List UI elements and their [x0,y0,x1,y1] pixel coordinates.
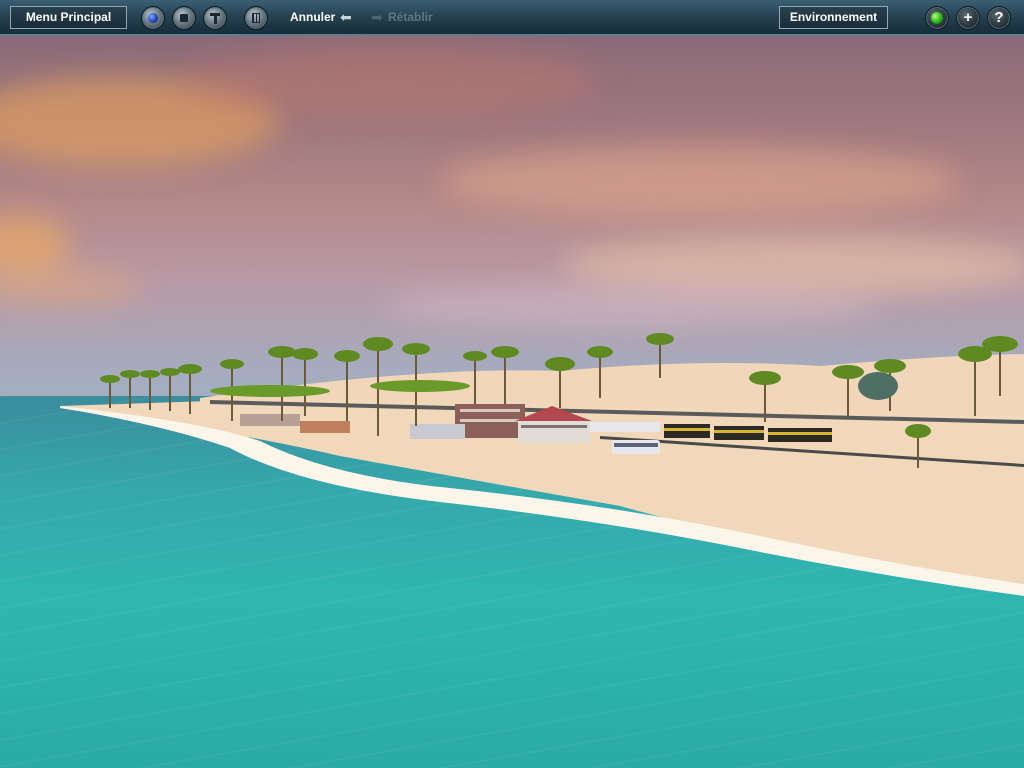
track-tool-icon[interactable] [203,6,227,30]
3d-viewport[interactable] [0,36,1024,768]
help-icon[interactable]: ? [987,6,1011,30]
add-icon[interactable]: + [956,6,980,30]
top-toolbar: Menu Principal Annuler ⬅ ➡ Rétablir Envi… [0,0,1024,36]
help-glyph: ? [994,9,1004,26]
main-menu-button[interactable]: Menu Principal [10,6,127,29]
environment-button[interactable]: Environnement [779,6,888,29]
undo-arrow-icon[interactable]: ⬅ [340,10,352,24]
status-light-icon[interactable] [925,6,949,30]
run-sphere-icon[interactable] [141,6,165,30]
add-glyph: + [963,9,973,26]
building-icon [410,424,465,439]
undo-button[interactable]: Annuler [290,10,335,24]
beach-landscape [60,333,1024,596]
beach-hut [240,414,300,426]
stop-icon[interactable] [172,6,196,30]
delete-icon[interactable] [244,6,268,30]
train-icon [590,422,660,432]
building-icon [518,421,590,443]
beach-hut [300,421,350,433]
redo-button: Rétablir [388,10,433,24]
redo-arrow-icon: ➡ [371,9,383,25]
